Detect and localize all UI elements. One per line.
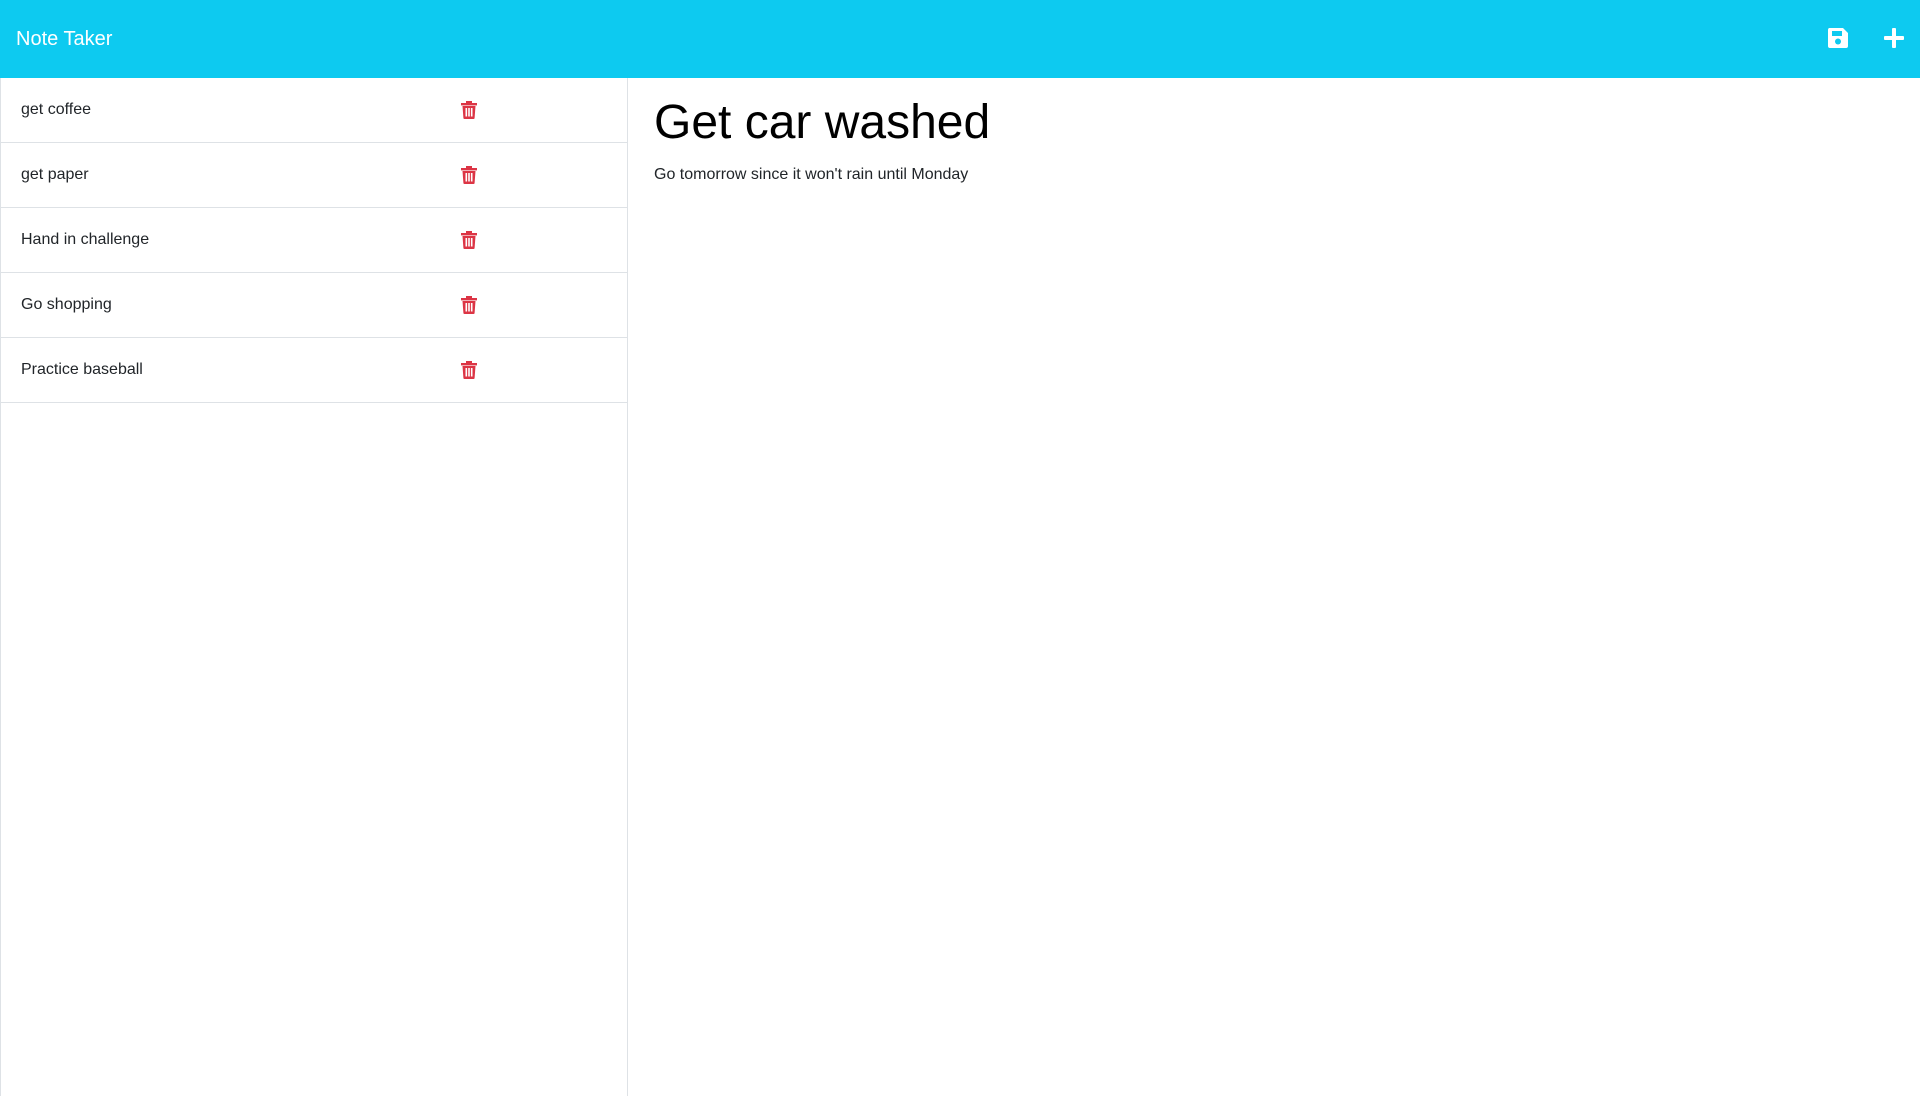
trash-icon[interactable] xyxy=(459,164,479,186)
note-editor: Get car washed Go tomorrow since it won'… xyxy=(654,78,1894,1078)
note-title-field[interactable]: Get car washed xyxy=(654,94,1854,152)
navbar: Note Taker xyxy=(0,0,1920,78)
plus-icon[interactable] xyxy=(1878,22,1910,54)
trash-icon[interactable] xyxy=(459,294,479,316)
list-item[interactable]: Hand in challenge xyxy=(1,208,627,273)
list-item[interactable]: get coffee xyxy=(1,78,627,143)
list-item[interactable]: get paper xyxy=(1,143,627,208)
note-title: Practice baseball xyxy=(21,361,143,378)
note-title: Go shopping xyxy=(21,296,112,313)
list-item[interactable]: Go shopping xyxy=(1,273,627,338)
trash-icon[interactable] xyxy=(459,229,479,251)
note-title: get paper xyxy=(21,166,89,183)
app-title[interactable]: Note Taker xyxy=(16,0,112,78)
save-icon[interactable] xyxy=(1822,22,1854,54)
note-title: Hand in challenge xyxy=(21,231,150,248)
note-text-field[interactable]: Go tomorrow since it won't rain until Mo… xyxy=(654,166,1854,966)
list-item[interactable]: Practice baseball xyxy=(1,338,627,403)
note-title: get coffee xyxy=(21,101,91,118)
trash-icon[interactable] xyxy=(459,359,479,381)
notes-list: get coffee get paper Hand in challenge G… xyxy=(0,78,628,1096)
trash-icon[interactable] xyxy=(459,99,479,121)
